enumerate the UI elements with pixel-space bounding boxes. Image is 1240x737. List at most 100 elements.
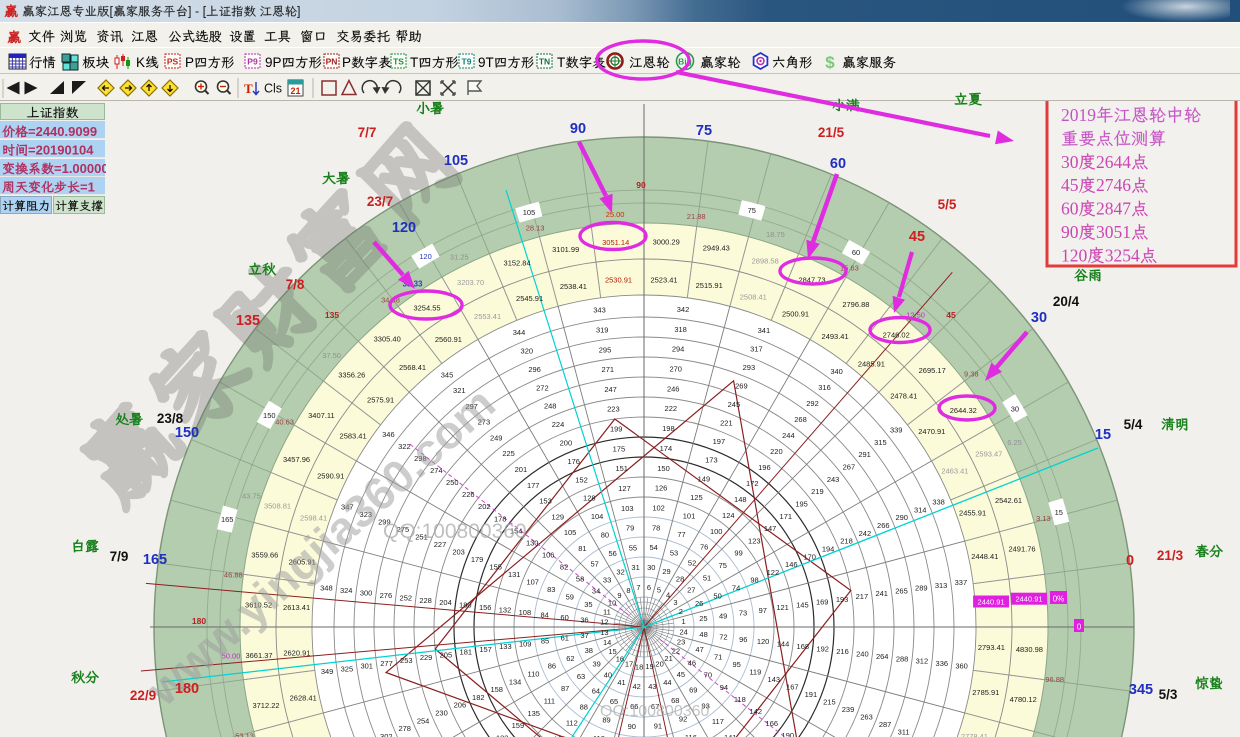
svg-text:109: 109 xyxy=(519,639,532,648)
svg-text:85: 85 xyxy=(541,637,549,646)
svg-text:199: 199 xyxy=(610,425,623,434)
svg-text:144: 144 xyxy=(777,640,790,649)
svg-text:278: 278 xyxy=(398,724,411,733)
svg-text:314: 314 xyxy=(914,505,927,514)
svg-text:74: 74 xyxy=(732,584,740,593)
svg-text:3508.81: 3508.81 xyxy=(264,502,291,511)
svg-text:64: 64 xyxy=(592,687,600,696)
svg-text:200: 200 xyxy=(560,439,573,448)
svg-text:5/5: 5/5 xyxy=(938,197,957,212)
svg-text:81: 81 xyxy=(578,544,586,553)
svg-text:2542.61: 2542.61 xyxy=(995,496,1022,505)
svg-text:319: 319 xyxy=(596,326,609,335)
svg-text:192: 192 xyxy=(816,645,829,654)
svg-text:315: 315 xyxy=(874,438,887,447)
svg-text:150: 150 xyxy=(263,411,276,420)
svg-text:2463.41: 2463.41 xyxy=(941,466,968,475)
svg-text:62: 62 xyxy=(566,654,574,663)
svg-text:201: 201 xyxy=(515,465,528,474)
svg-text:60: 60 xyxy=(830,156,846,172)
svg-text:4830.98: 4830.98 xyxy=(1016,645,1043,654)
svg-text:217: 217 xyxy=(856,592,869,601)
svg-text:183: 183 xyxy=(496,733,509,737)
svg-text:15: 15 xyxy=(1095,427,1111,443)
svg-text:220: 220 xyxy=(770,447,783,456)
svg-text:120: 120 xyxy=(419,252,432,261)
svg-text:61: 61 xyxy=(561,634,569,643)
svg-text:9T: 9T xyxy=(478,55,494,70)
svg-text:104: 104 xyxy=(591,512,604,521)
svg-text:23/8: 23/8 xyxy=(157,411,184,426)
svg-text:56: 56 xyxy=(609,549,617,558)
svg-text:QQ:100800360: QQ:100800360 xyxy=(383,520,527,543)
svg-text:25: 25 xyxy=(699,614,707,623)
svg-text:2500.91: 2500.91 xyxy=(782,310,809,319)
svg-text:87: 87 xyxy=(561,684,569,693)
svg-text:272: 272 xyxy=(536,383,549,392)
svg-text:21/3: 21/3 xyxy=(1157,548,1184,563)
svg-text:325: 325 xyxy=(341,664,354,673)
svg-text:17: 17 xyxy=(625,660,633,669)
svg-text:37: 37 xyxy=(580,631,588,640)
svg-text:77: 77 xyxy=(677,530,685,539)
svg-text:=1: =1 xyxy=(80,180,95,195)
svg-text:292: 292 xyxy=(806,399,819,408)
svg-text:30: 30 xyxy=(1061,152,1079,172)
svg-text:2478.41: 2478.41 xyxy=(890,391,917,400)
svg-text:165: 165 xyxy=(143,552,167,568)
svg-text:21/5: 21/5 xyxy=(818,125,845,140)
svg-text:30: 30 xyxy=(1011,404,1019,413)
svg-text:78: 78 xyxy=(652,523,660,532)
svg-text:21.88: 21.88 xyxy=(687,212,706,221)
svg-text:=1.00000: =1.00000 xyxy=(54,161,109,176)
svg-text:28: 28 xyxy=(676,575,684,584)
svg-text:120: 120 xyxy=(392,220,416,236)
svg-text:276: 276 xyxy=(380,591,393,600)
svg-text:31: 31 xyxy=(631,563,639,572)
svg-text:3305.40: 3305.40 xyxy=(374,335,401,344)
svg-text:59: 59 xyxy=(566,593,574,602)
svg-text:12: 12 xyxy=(600,618,608,627)
svg-text:228: 228 xyxy=(419,596,432,605)
svg-text:3000.29: 3000.29 xyxy=(653,237,680,246)
svg-text:=2440.9099: =2440.9099 xyxy=(28,124,97,139)
svg-text:167: 167 xyxy=(786,683,799,692)
svg-text:158: 158 xyxy=(490,685,503,694)
svg-text:123: 123 xyxy=(748,536,761,545)
svg-text:3712.22: 3712.22 xyxy=(252,701,279,710)
svg-text:22/9: 22/9 xyxy=(130,688,156,703)
svg-text:250: 250 xyxy=(446,478,459,487)
svg-text:[: [ xyxy=(110,5,114,19)
svg-text:179: 179 xyxy=(471,555,484,564)
svg-text:40: 40 xyxy=(604,671,612,680)
svg-text:2847: 2847 xyxy=(1096,199,1131,219)
svg-text:33: 33 xyxy=(603,575,611,584)
svg-text:96: 96 xyxy=(739,635,747,644)
svg-text:277: 277 xyxy=(380,659,393,668)
svg-text:246: 246 xyxy=(667,384,680,393)
svg-text:267: 267 xyxy=(843,463,856,472)
svg-text:128: 128 xyxy=(583,494,596,503)
svg-text:6: 6 xyxy=(647,583,651,592)
svg-text:22: 22 xyxy=(672,647,680,656)
svg-text:254: 254 xyxy=(417,716,430,725)
svg-text:2491.76: 2491.76 xyxy=(1008,545,1035,554)
svg-text:157: 157 xyxy=(479,645,492,654)
svg-text:5/4: 5/4 xyxy=(1124,417,1143,432)
svg-text:119: 119 xyxy=(749,668,761,677)
svg-text:46: 46 xyxy=(688,659,696,668)
svg-text:5: 5 xyxy=(657,586,661,595)
svg-text:242: 242 xyxy=(859,529,872,538)
svg-text:2568.41: 2568.41 xyxy=(399,363,426,372)
svg-text:225: 225 xyxy=(502,449,515,458)
svg-text:28.13: 28.13 xyxy=(526,223,545,232)
svg-text:15: 15 xyxy=(1055,508,1063,517)
svg-text:317: 317 xyxy=(750,344,763,353)
svg-text:198: 198 xyxy=(662,424,675,433)
svg-text:152: 152 xyxy=(575,475,588,484)
svg-text:5/3: 5/3 xyxy=(1159,687,1178,702)
svg-text:245: 245 xyxy=(728,400,741,409)
svg-text:45: 45 xyxy=(1061,175,1079,195)
svg-text:25.00: 25.00 xyxy=(606,210,625,219)
svg-text:126: 126 xyxy=(655,484,668,493)
